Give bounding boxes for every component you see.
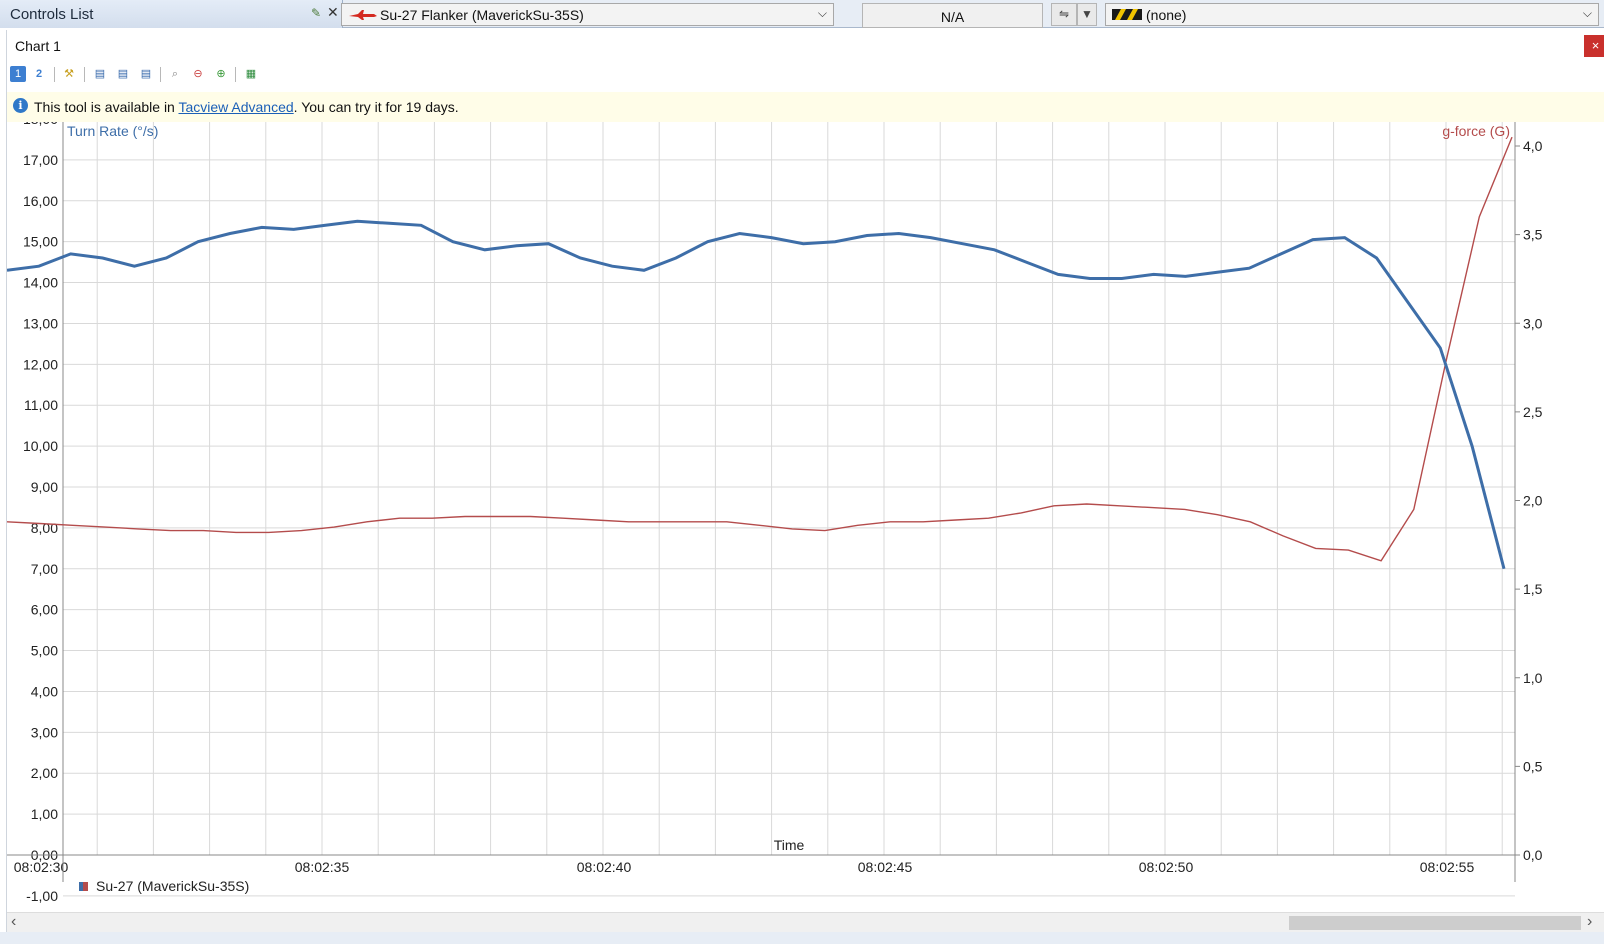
trial-info-text: This tool is available in Tacview Advanc… xyxy=(34,99,459,115)
chart-tab-1-button[interactable]: 1 xyxy=(10,66,26,82)
zoom-in-icon[interactable]: ⊕ xyxy=(213,66,229,82)
chevron-down-icon: ⌵ xyxy=(1582,6,1592,20)
chart-view-3-icon[interactable]: ▤ xyxy=(138,66,154,82)
info-suffix: . You can try it for 19 days. xyxy=(293,99,459,115)
left-tick-label: 10,00 xyxy=(23,438,58,454)
left-tick-label: 8,00 xyxy=(31,520,58,536)
scroll-right-icon[interactable]: › xyxy=(1587,913,1592,931)
export-excel-icon[interactable]: ▦ xyxy=(243,66,259,82)
toolbar-separator xyxy=(84,67,85,82)
legend-swatch-2 xyxy=(83,882,88,891)
x-tick-label: 08:02:55 xyxy=(1420,859,1475,875)
link-icon: ⇋ xyxy=(1058,7,1070,21)
x-tick-label: 08:02:50 xyxy=(1139,859,1194,875)
secondary-selector-value: (none) xyxy=(1146,7,1187,23)
secondary-selector[interactable]: (none) ⌵ xyxy=(1105,3,1599,26)
x-axis-label: Time xyxy=(774,837,805,853)
caret-down-icon: ▼ xyxy=(1081,7,1093,21)
left-tick-label: 7,00 xyxy=(31,561,58,577)
left-tick-label: 16,00 xyxy=(23,193,58,209)
zoom-out-icon[interactable]: ⊖ xyxy=(190,66,206,82)
right-tick-label: 0,5 xyxy=(1523,758,1543,774)
turn-rate-series-line xyxy=(7,219,1506,570)
toolbar-separator xyxy=(160,67,161,82)
chart-view-2-icon[interactable]: ▤ xyxy=(115,66,131,82)
right-tick-label: 0,0 xyxy=(1523,847,1543,863)
left-tick-label: 5,00 xyxy=(31,643,58,659)
left-tick-label: 2,00 xyxy=(31,765,58,781)
tacview-advanced-link[interactable]: Tacview Advanced xyxy=(178,99,293,115)
scroll-left-icon[interactable]: ‹ xyxy=(11,913,16,931)
window-close-button[interactable]: × xyxy=(1584,35,1604,57)
panel-title: Controls List xyxy=(10,6,94,23)
hazard-stripe-icon xyxy=(1112,9,1142,20)
aircraft-selector[interactable]: Su-27 Flanker (MaverickSu-35S) ⌵ xyxy=(341,3,834,26)
window-title: Chart 1 xyxy=(15,38,61,54)
left-tick-label: 3,00 xyxy=(31,724,58,740)
horizontal-scrollbar[interactable]: ‹ › xyxy=(7,912,1604,932)
info-prefix: This tool is available in xyxy=(34,99,179,115)
right-axis-label: g-force (G) xyxy=(1442,123,1510,139)
aircraft-icon xyxy=(349,10,377,20)
right-tick-label: 2,0 xyxy=(1523,493,1543,509)
left-tick-label: 11,00 xyxy=(24,397,58,413)
right-tick-label: 4,0 xyxy=(1523,138,1543,154)
left-tick-label: 9,00 xyxy=(31,479,58,495)
right-tick-label: 3,0 xyxy=(1523,315,1543,331)
turn-rate-chart[interactable]: 18,00 17,00 16,00 15,00 14,00 13,00 12,00 11,00… xyxy=(7,122,1604,912)
right-tick-label: 3,5 xyxy=(1523,227,1543,243)
left-axis-label: Turn Rate (°/s) xyxy=(67,123,158,139)
link-aircraft-button[interactable]: ⇋ xyxy=(1051,3,1077,26)
right-axis-ticks: 4,0 3,5 3,0 2,5 2,0 1,5 1,0 0,5 0,0 xyxy=(1515,138,1543,863)
close-icon[interactable]: ✕ xyxy=(327,4,339,21)
right-tick-label: 1,5 xyxy=(1523,581,1543,597)
target-field: N/A xyxy=(862,3,1043,28)
x-tick-label: 08:02:45 xyxy=(858,859,913,875)
chart-tab-2-button[interactable]: 2 xyxy=(31,66,47,82)
legend-label: Su-27 (MaverickSu-35S) xyxy=(96,878,249,894)
left-tick-label: 12,00 xyxy=(23,356,58,372)
chart-toolbar: 1 2 ⚒ ▤ ▤ ▤ ⌕ ⊖ ⊕ ▦ xyxy=(7,64,1604,86)
controls-list-panel-header: Controls List ✎ ✕ xyxy=(0,0,343,28)
left-tick-label: 4,00 xyxy=(31,683,58,699)
pin-icon[interactable]: ✎ xyxy=(311,6,321,20)
left-tick-label: 6,00 xyxy=(31,602,58,618)
zoom-fit-icon[interactable]: ⌕ xyxy=(167,66,183,82)
left-tick-label: 13,00 xyxy=(23,315,58,331)
left-tick-label: 15,00 xyxy=(23,234,58,250)
left-tick-label: 14,00 xyxy=(23,275,58,291)
settings-wrench-icon[interactable]: ⚒ xyxy=(61,66,77,82)
chart-view-1-icon[interactable]: ▤ xyxy=(92,66,108,82)
bottom-strip xyxy=(0,932,1604,944)
left-tick-label: 1,00 xyxy=(31,806,58,822)
toolbar-separator xyxy=(54,67,55,82)
left-tick-label: 17,00 xyxy=(23,152,58,168)
top-toolbar: Controls List ✎ ✕ Su-27 Flanker (Maveric… xyxy=(0,0,1604,28)
right-tick-label: 2,5 xyxy=(1523,404,1543,420)
toolbar-separator xyxy=(235,67,236,82)
info-icon: i xyxy=(13,98,28,113)
scrollbar-thumb[interactable] xyxy=(1289,916,1581,930)
aircraft-selector-value: Su-27 Flanker (MaverickSu-35S) xyxy=(380,7,584,23)
left-tick-label: -1,00 xyxy=(26,888,58,904)
chart-grid xyxy=(63,122,1515,897)
chart-window: Chart 1 × 1 2 ⚒ ▤ ▤ ▤ ⌕ ⊖ ⊕ ▦ i This too… xyxy=(6,30,1604,944)
left-axis-ticks: 18,00 17,00 16,00 15,00 14,00 13,00 12,00 11,00… xyxy=(23,122,58,904)
x-axis-ticks: 08:02:30 08:02:35 08:02:40 08:02:45 08:02:50… xyxy=(14,859,1475,875)
x-tick-label: 08:02:40 xyxy=(577,859,632,875)
dropdown-button[interactable]: ▼ xyxy=(1077,3,1097,26)
x-tick-label: 08:02:30 xyxy=(14,859,69,875)
right-tick-label: 1,0 xyxy=(1523,670,1543,686)
trial-info-bar: i This tool is available in Tacview Adva… xyxy=(7,92,1604,122)
chevron-down-icon: ⌵ xyxy=(817,6,827,20)
x-tick-label: 08:02:35 xyxy=(295,859,350,875)
left-tick-label: 18,00 xyxy=(23,122,58,127)
